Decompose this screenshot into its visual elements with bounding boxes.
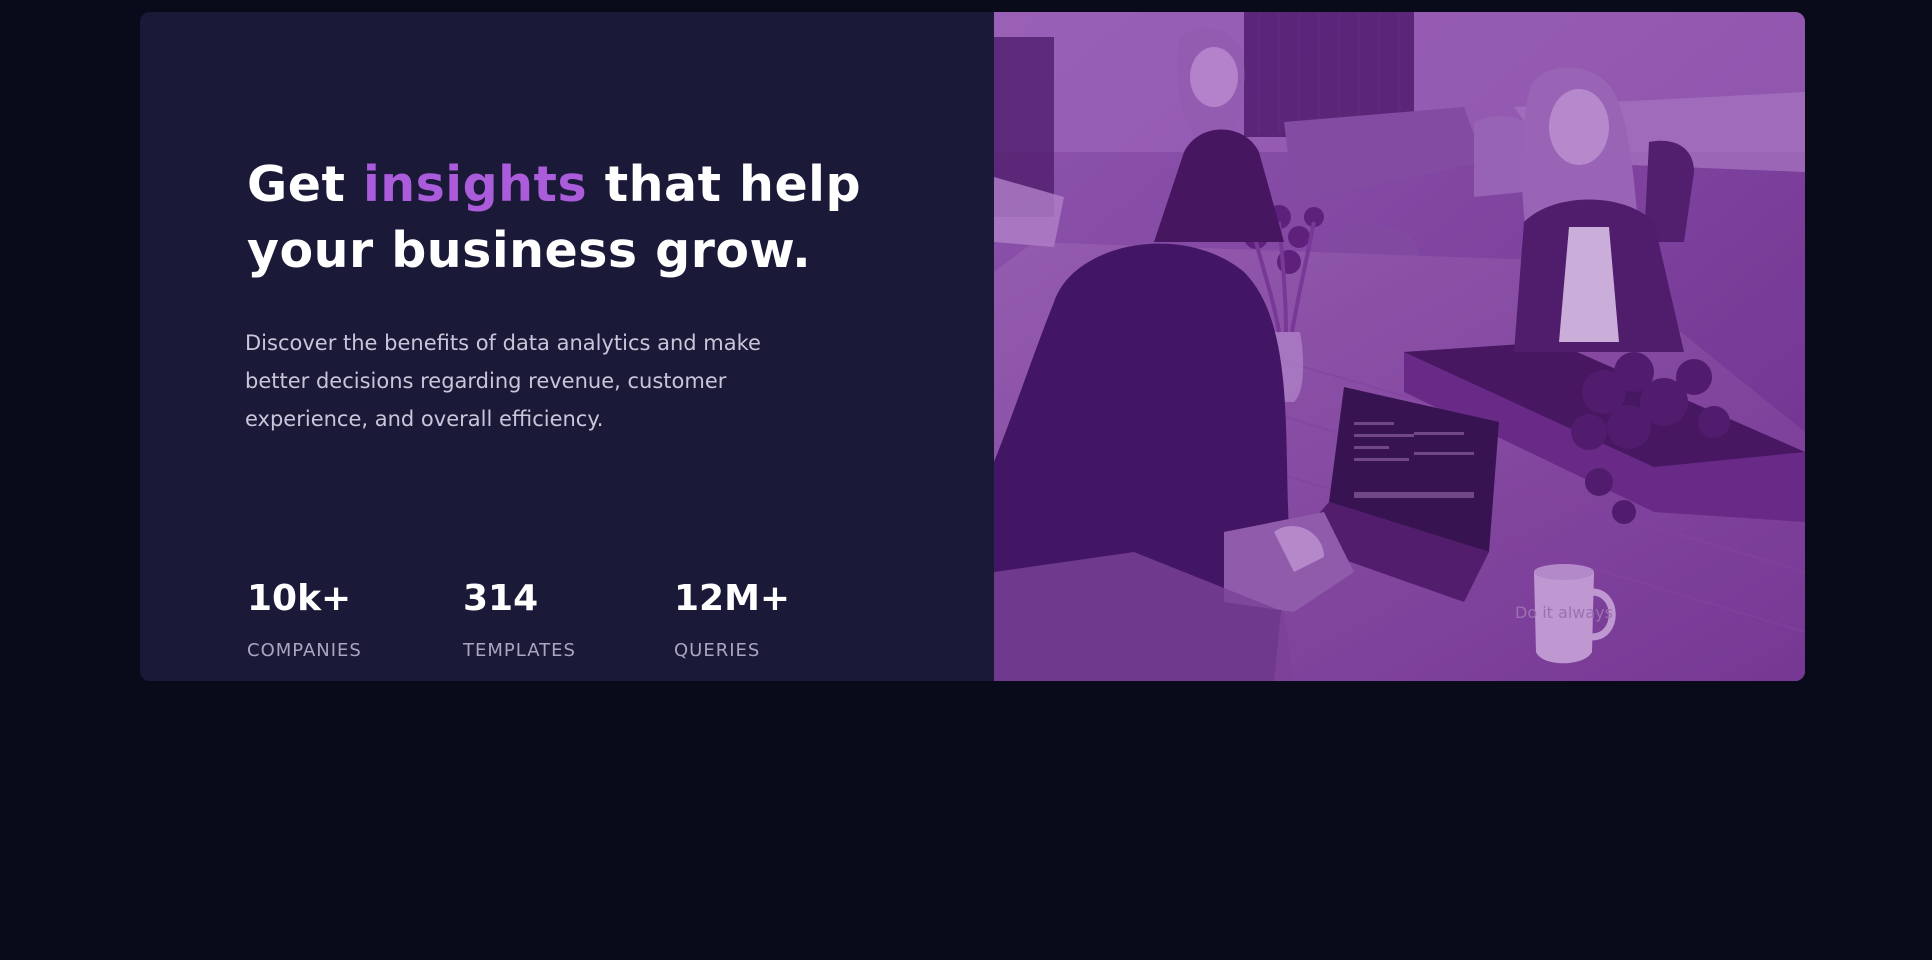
stat-label: TEMPLATES <box>463 640 576 661</box>
headline-part-1: Get <box>247 156 363 213</box>
stat-templates: 314 TEMPLATES <box>463 577 576 662</box>
hero-content: Get insights that help your business gro… <box>140 12 994 681</box>
stat-label: COMPANIES <box>247 640 362 661</box>
hero-headline: Get insights that help your business gro… <box>247 152 907 284</box>
stat-label: QUERIES <box>674 640 761 661</box>
headline-accent: insights <box>362 156 588 213</box>
mug-text: Do it always <box>1515 603 1613 622</box>
stat-value: 10k+ <box>247 578 352 619</box>
hero-image: Do it always <box>994 12 1805 681</box>
stat-companies: 10k+ COMPANIES <box>247 577 362 662</box>
hero-card: Get insights that help your business gro… <box>140 12 1805 681</box>
hero-description: Discover the benefits of data analytics … <box>245 331 761 431</box>
stat-value: 314 <box>463 578 539 619</box>
stat-value: 12M+ <box>674 578 791 619</box>
office-photo-illustration: Do it always <box>994 12 1805 681</box>
stat-queries: 12M+ QUERIES <box>674 577 790 662</box>
